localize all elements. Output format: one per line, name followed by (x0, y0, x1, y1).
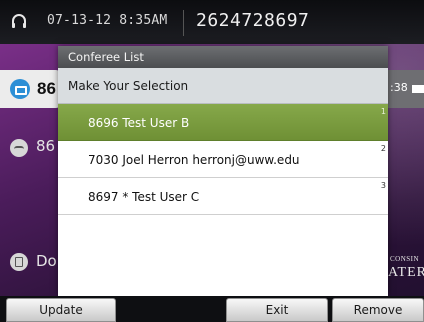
softkey-bar: Update Exit Remove (0, 296, 424, 322)
status-bar: 07-13-12 8:35AM 2624728697 (0, 0, 424, 44)
header-divider (183, 10, 184, 36)
exit-button[interactable]: Exit (226, 298, 328, 322)
conferee-list: 8696 Test User B 1 7030 Joel Herron herr… (58, 104, 388, 215)
conferee-item[interactable]: 8697 * Test User C 3 (58, 178, 388, 215)
conferee-label: 8697 * Test User C (88, 190, 200, 204)
dialog-prompt: Make Your Selection (58, 68, 388, 104)
call-timer: :38 (390, 81, 408, 94)
line-label: Do (36, 252, 57, 270)
phone-number: 2624728697 (196, 10, 310, 31)
conferee-label: 8696 Test User B (88, 116, 190, 130)
date-time: 07-13-12 8:35AM (47, 13, 168, 28)
conferee-list-dialog: Conferee List Make Your Selection 8696 T… (58, 46, 388, 296)
item-index: 3 (380, 181, 386, 190)
wallpaper-logo: CONSIN ATER (386, 252, 424, 292)
phone-screen: 07-13-12 8:35AM 2624728697 86 :38 86 Do … (0, 0, 424, 322)
conferee-label: 7030 Joel Herron herronj@uww.edu (88, 153, 300, 167)
conferee-item[interactable]: 7030 Joel Herron herronj@uww.edu 2 (58, 141, 388, 178)
conferee-item[interactable]: 8696 Test User B 1 (58, 104, 388, 141)
video-call-icon (10, 79, 30, 99)
item-index: 2 (380, 144, 386, 153)
logo-text-line-1: CONSIN (390, 255, 420, 263)
line-label: 86 (36, 137, 56, 155)
logo-text-line-2: ATER (388, 265, 424, 280)
line-label: 86 (37, 79, 56, 98)
remove-button[interactable]: Remove (332, 298, 424, 322)
line-button-2[interactable]: 86 (0, 133, 60, 163)
line-button-1[interactable]: 86 (0, 70, 60, 108)
item-index: 1 (380, 107, 386, 116)
headset-icon (12, 14, 26, 28)
update-button[interactable]: Update (6, 298, 116, 322)
directory-icon (10, 253, 28, 271)
status-indicator-icon (412, 85, 424, 93)
line-button-3[interactable]: Do (0, 248, 60, 278)
hold-call-icon (10, 139, 28, 157)
dialog-title: Conferee List (58, 46, 388, 68)
call-timer-area: :38 (388, 70, 424, 108)
